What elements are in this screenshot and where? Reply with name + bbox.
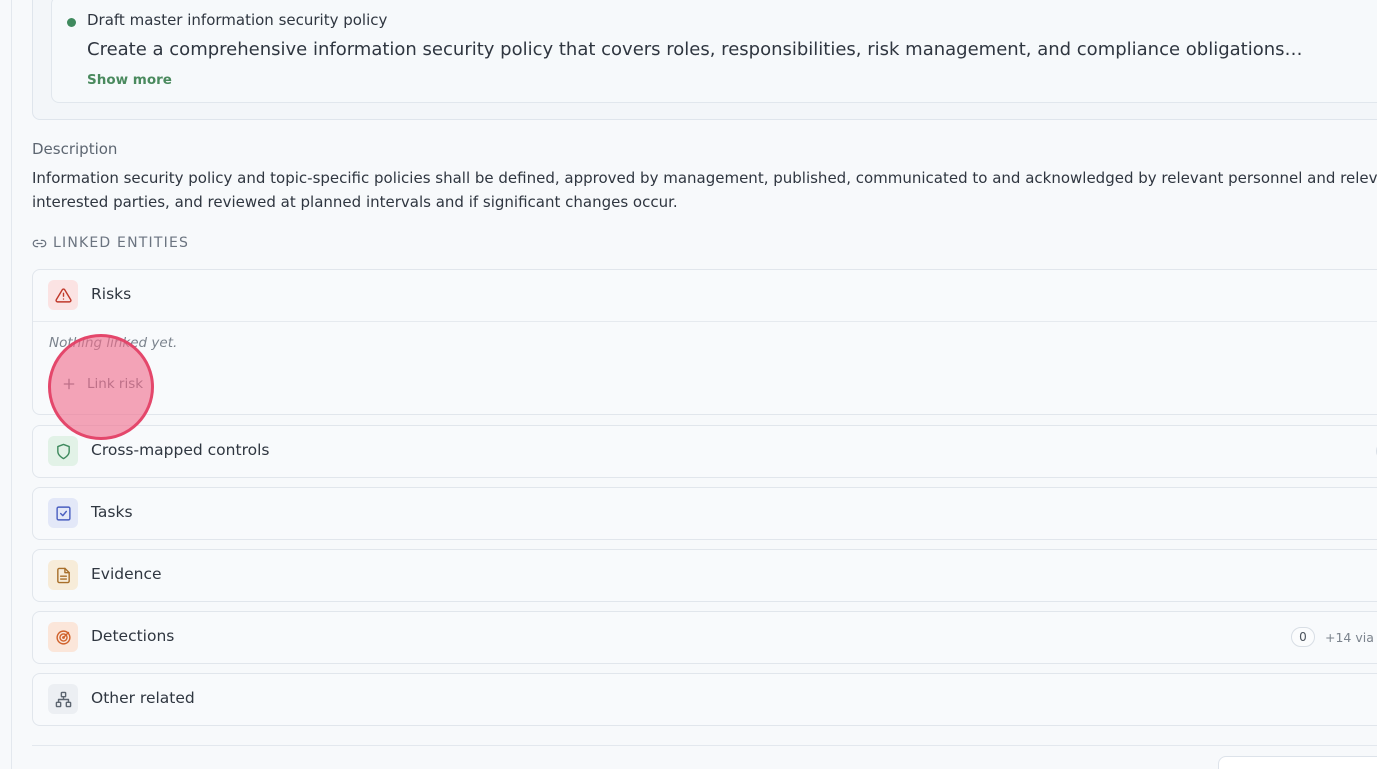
tasks-header[interactable]: Tasks	[33, 488, 1377, 539]
document-icon	[56, 567, 70, 583]
bottom-divider	[32, 745, 1377, 746]
linked-entities-header: LINKED ENTITIES	[32, 235, 189, 251]
link-icon	[32, 239, 47, 247]
plus-icon	[63, 378, 75, 390]
linked-entities-title: LINKED ENTITIES	[53, 235, 190, 251]
link-risk-label: Link risk	[87, 376, 144, 392]
task-title: Draft master information security policy	[87, 11, 388, 29]
other-related-icon-box	[48, 684, 78, 714]
radar-icon	[55, 629, 71, 645]
tasks-card: Tasks	[32, 487, 1377, 540]
task-description: Create a comprehensive information secur…	[87, 39, 1303, 60]
shield-icon	[56, 443, 70, 459]
detections-via-text: +14 via te	[1325, 629, 1377, 645]
detections-label: Detections	[91, 627, 175, 645]
cross-mapped-header[interactable]: Cross-mapped controls 2	[33, 426, 1377, 477]
tasks-label: Tasks	[91, 503, 133, 521]
description-line-2: interested parties, and reviewed at plan…	[32, 193, 678, 211]
left-divider	[11, 0, 12, 769]
tasks-icon-box	[48, 498, 78, 528]
checkbox-icon	[55, 505, 71, 521]
description-line-1: Information security policy and topic-sp…	[32, 169, 1377, 187]
evidence-label: Evidence	[91, 565, 162, 583]
control-detail-page: Draft master information security policy…	[0, 0, 1377, 769]
other-related-label: Other related	[91, 689, 195, 707]
other-related-header[interactable]: Other related	[33, 674, 1377, 725]
hierarchy-icon	[55, 691, 71, 707]
risks-label: Risks	[91, 285, 132, 303]
detections-meta: 0 +14 via te	[1291, 627, 1377, 647]
risks-card: Risks Nothing linked yet. Link risk	[32, 269, 1377, 415]
risks-header[interactable]: Risks	[33, 270, 1377, 321]
warning-triangle-icon	[54, 287, 72, 303]
evidence-card: Evidence	[32, 549, 1377, 602]
cross-mapped-card: Cross-mapped controls 2	[32, 425, 1377, 478]
link-risk-button[interactable]: Link risk	[49, 366, 155, 402]
detections-count-badge: 0	[1291, 627, 1315, 647]
cross-mapped-label: Cross-mapped controls	[91, 441, 270, 459]
detections-icon-box	[48, 622, 78, 652]
detections-header[interactable]: Detections 0 +14 via te	[33, 612, 1377, 663]
evidence-header[interactable]: Evidence	[33, 550, 1377, 601]
show-more-link[interactable]: Show more	[87, 72, 172, 88]
description-text: Information security policy and topic-sp…	[32, 166, 1377, 214]
evidence-icon-box	[48, 560, 78, 590]
description-label: Description	[32, 140, 118, 158]
cross-mapped-icon-box	[48, 436, 78, 466]
risks-body: Nothing linked yet. Link risk	[33, 321, 1377, 414]
other-related-card: Other related	[32, 673, 1377, 726]
task-status-dot	[67, 18, 76, 27]
footer-action-button[interactable]	[1218, 756, 1377, 769]
risks-icon-box	[48, 280, 78, 310]
risks-empty-note: Nothing linked yet.	[49, 335, 178, 351]
detections-card: Detections 0 +14 via te	[32, 611, 1377, 664]
